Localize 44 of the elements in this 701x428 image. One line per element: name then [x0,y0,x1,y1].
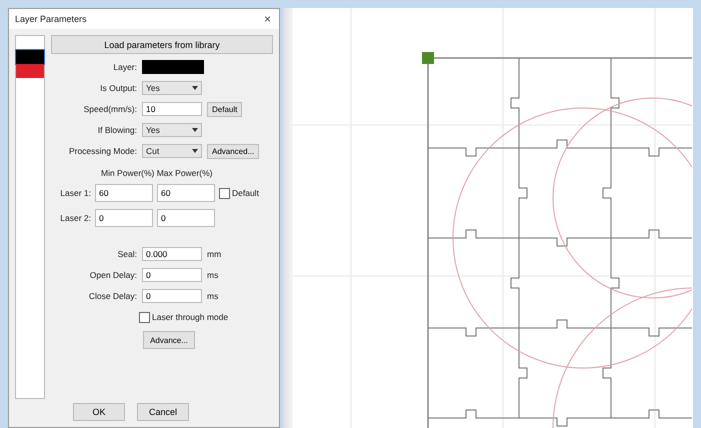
dialog-button[interactable]: Cancel [137,403,189,421]
field-label: If Blowing: [96,125,137,135]
field-button[interactable]: Default [207,102,242,116]
field-label: Processing Mode: [68,146,137,156]
max-power-field[interactable]: 0 [157,209,215,227]
checkbox-label: Laser through mode [152,312,228,322]
field-label: Close Delay: [88,291,137,301]
dropdown[interactable]: Yes [142,123,202,137]
checkbox[interactable] [219,188,230,198]
laser-label: Laser 2: [59,213,91,223]
max-power-field[interactable]: 60 [157,184,215,202]
input-field[interactable]: 0.000 [142,247,202,261]
library-button[interactable]: Load parameters from library [51,35,273,54]
field-button[interactable]: Advanced... [207,144,260,158]
dialog-button[interactable]: OK [73,403,125,421]
caret-icon [192,86,198,90]
layer-color-field[interactable] [142,60,204,74]
caret-icon [192,128,198,132]
layer-item[interactable] [16,50,44,64]
dropdown[interactable]: Yes [142,81,202,95]
unit-label: ms [207,291,218,301]
layer-item[interactable] [16,64,44,78]
caret-icon [192,149,198,153]
field-label: Layer: [112,62,137,72]
unit-label: mm [207,249,222,259]
field-label: Open Delay: [88,270,137,280]
input-field[interactable]: 0 [142,289,202,303]
field-label: Is Output: [99,83,137,93]
origin-marker [422,52,434,64]
checkbox-label: Default [232,188,259,198]
unit-label: ms [207,270,218,280]
advance-button[interactable]: Advance... [143,331,195,349]
field-label: Speed(mm/s): [82,104,137,114]
field-label: Seal: [116,249,137,259]
laser-label: Laser 1: [59,188,91,198]
input-field[interactable]: 0 [142,268,202,282]
min-power-field[interactable]: 60 [95,184,153,202]
close-button[interactable]: × [264,12,271,26]
min-power-field[interactable]: 0 [95,209,153,227]
dropdown[interactable]: Cut [142,144,202,158]
window-title: Layer Parameters [15,14,87,24]
input-field[interactable]: 10 [142,102,202,116]
checkbox[interactable] [139,312,150,322]
power-header: Min Power(%) Max Power(%) [100,168,214,178]
